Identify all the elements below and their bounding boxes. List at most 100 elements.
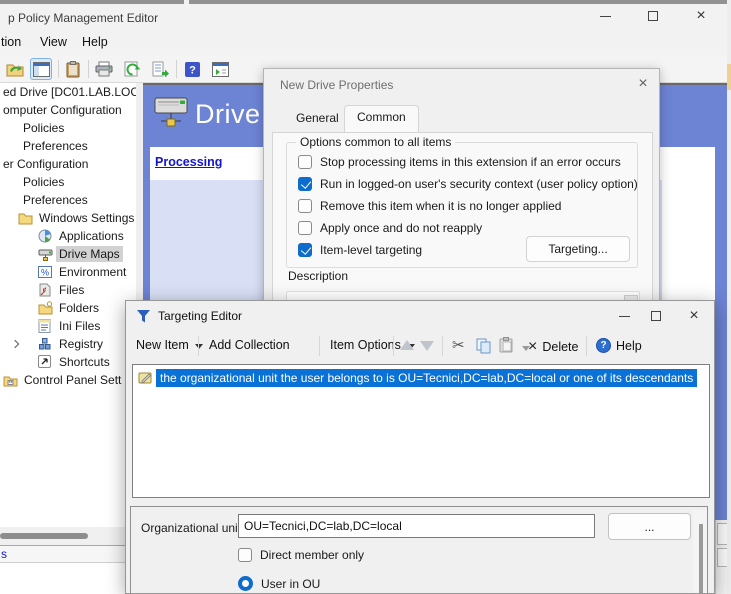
checkbox-unchecked-icon[interactable] [298, 155, 312, 169]
checkbox-unchecked-icon[interactable] [238, 548, 252, 562]
shortcuts-icon [38, 355, 53, 369]
tree-item-shortcuts[interactable]: Shortcuts [38, 353, 113, 371]
tree-item-policies-user[interactable]: Policies [20, 173, 67, 191]
export-list-icon[interactable] [149, 58, 171, 80]
close-icon: × [696, 8, 705, 24]
tree-item-folders[interactable]: Folders [38, 299, 102, 317]
checkbox-unchecked-icon[interactable] [298, 199, 312, 213]
import-folder-icon[interactable] [4, 58, 26, 80]
console-tree-icon[interactable] [30, 58, 52, 80]
add-collection-button[interactable]: Add Collection [209, 338, 290, 352]
tree-item-policies[interactable]: Policies [20, 119, 67, 137]
tree-item-applications[interactable]: Applications [38, 227, 127, 245]
option-remove-when-no-longer-applied[interactable]: Remove this item when it is no longer ap… [298, 199, 561, 213]
delete-x-icon: × [528, 338, 537, 356]
targeting-item-row[interactable]: the organizational unit the user belongs… [135, 368, 697, 387]
maximize-button[interactable] [642, 303, 670, 329]
radio-selected-icon[interactable] [238, 576, 253, 591]
delete-button[interactable]: × Delete [528, 338, 578, 356]
targeting-button[interactable]: Targeting... [526, 236, 630, 262]
checkbox-unchecked-icon[interactable] [298, 221, 312, 235]
close-button[interactable]: × [686, 4, 716, 28]
drive-maps-icon [38, 247, 53, 261]
move-down-icon[interactable] [420, 341, 434, 351]
cut-icon[interactable]: ✂ [452, 336, 465, 354]
toolbar-separator [176, 60, 177, 78]
tree-horizontal-scrollbar[interactable] [0, 527, 136, 545]
minimize-button[interactable] [590, 4, 620, 28]
targeting-items-list[interactable]: the organizational unit the user belongs… [132, 364, 710, 498]
panel-vertical-scrollbar[interactable] [693, 510, 707, 594]
new-item-button[interactable]: New Item [136, 338, 203, 352]
close-button[interactable]: × [680, 303, 708, 329]
minimize-icon [600, 16, 611, 17]
menu-help[interactable]: Help [82, 35, 108, 49]
tree-item-preferences-user[interactable]: Preferences [20, 191, 91, 209]
checkbox-checked-icon[interactable] [298, 177, 312, 191]
console-window-icon[interactable] [209, 58, 231, 80]
maximize-button[interactable] [638, 4, 668, 28]
clipboard-icon[interactable] [62, 58, 84, 80]
tree-item-user-configuration[interactable]: er Configuration [0, 155, 91, 173]
direct-member-only-option[interactable]: Direct member only [238, 548, 364, 562]
network-drive-icon [153, 95, 191, 129]
scrollbar-thumb[interactable] [699, 524, 703, 594]
printer-icon[interactable] [93, 58, 115, 80]
help-icon[interactable]: ? [181, 58, 203, 80]
options-group-label: Options common to all items [296, 135, 455, 149]
minimize-button[interactable] [610, 303, 638, 329]
targeting-item-text: the organizational unit the user belongs… [156, 369, 697, 387]
dialog-title: New Drive Properties [280, 78, 393, 92]
tree-item-windows-settings[interactable]: Windows Settings [18, 209, 136, 227]
option-item-level-targeting[interactable]: Item-level targeting [298, 243, 422, 257]
option-run-in-user-context[interactable]: Run in logged-on user's security context… [298, 177, 638, 191]
funnel-icon [136, 309, 151, 323]
tab-common[interactable]: Common [344, 105, 419, 133]
toolbar-separator [393, 336, 394, 356]
svg-text:?: ? [189, 64, 196, 76]
copy-icon[interactable] [476, 338, 491, 354]
tree-item-preferences[interactable]: Preferences [20, 137, 91, 155]
tree-item-drive-maps[interactable]: Drive Maps [38, 245, 123, 263]
tree-item-ini-files[interactable]: Ini Files [38, 317, 103, 335]
console-tree-pane: ed Drive [DC01.LAB.LOCA omputer Configur… [0, 83, 136, 527]
toolbar-separator [319, 336, 320, 356]
tree-item-computer-configuration[interactable]: omputer Configuration [0, 101, 125, 119]
targeting-item-icon [138, 371, 153, 385]
menu-action[interactable]: tion [1, 35, 21, 49]
background-text-fragment: s [1, 547, 7, 561]
tree-item-files[interactable]: Files [38, 281, 87, 299]
paste-icon[interactable] [499, 337, 513, 353]
tree-item-control-panel-settings[interactable]: Control Panel Sett [3, 371, 124, 389]
help-button[interactable]: ? Help [596, 338, 642, 353]
organizational-unit-input[interactable] [238, 514, 595, 538]
scrollbar-thumb[interactable] [0, 533, 88, 539]
user-in-ou-option[interactable]: User in OU [238, 576, 320, 591]
tree-item-mapped-drive[interactable]: ed Drive [DC01.LAB.LOCA [0, 83, 136, 101]
move-up-icon[interactable] [400, 340, 414, 350]
tree-item-environment[interactable]: % Environment [38, 263, 129, 281]
applications-icon [38, 229, 53, 243]
new-drive-properties-dialog: New Drive Properties × General Common Op… [263, 68, 660, 314]
option-stop-processing[interactable]: Stop processing items in this extension … [298, 155, 621, 169]
close-icon: × [689, 308, 698, 324]
processing-link[interactable]: Processing [155, 155, 222, 169]
environment-icon: % [38, 265, 53, 279]
files-icon [38, 283, 53, 297]
toolbar-separator [198, 336, 199, 356]
chevron-right-icon[interactable] [11, 340, 19, 348]
tree-item-registry[interactable]: Registry [38, 335, 106, 353]
screen: p Policy Management Editor × tion View H… [0, 0, 731, 594]
browse-button[interactable]: ... [608, 513, 691, 540]
background-area [0, 563, 136, 594]
refresh-icon[interactable] [121, 58, 143, 80]
checkbox-checked-icon[interactable] [298, 243, 312, 257]
targeting-editor-dialog: Targeting Editor × New Item Add Collecti… [125, 300, 715, 594]
targeting-toolbar: New Item Add Collection Item Options ✂ [126, 331, 714, 361]
menu-view[interactable]: View [40, 35, 67, 49]
close-button[interactable]: × [630, 73, 656, 95]
option-apply-once[interactable]: Apply once and do not reapply [298, 221, 482, 235]
toolbar-separator [586, 336, 587, 356]
tab-general[interactable]: General [284, 107, 351, 132]
item-details-panel: Organizational unit ... Direct member on… [130, 506, 708, 594]
